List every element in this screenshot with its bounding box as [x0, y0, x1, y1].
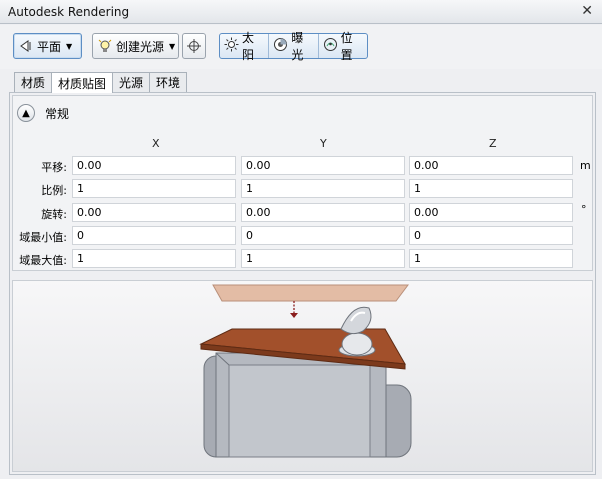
- preview-illustration: [199, 284, 412, 458]
- sun-exposure-location-group: 太阳 曝光 位置: [219, 31, 368, 62]
- translate-z-field[interactable]: [409, 156, 573, 175]
- exposure-icon: [273, 37, 288, 56]
- row-label-translate: 平移:: [41, 161, 67, 174]
- toolbar: 平面 ▼ 创建光源 ▼ 太阳 曝光 位置: [0, 25, 602, 69]
- material-mapping-panel: ▲ 常规 X Y Z 平移: m 比例: 旋转: ° 域最小值: 域最大值:: [9, 92, 596, 475]
- location-label: 位置: [340, 31, 353, 62]
- tab-material[interactable]: 材质: [14, 72, 53, 92]
- section-title: 常规: [45, 106, 70, 121]
- domain-min-z-field[interactable]: [409, 226, 573, 245]
- tab-material-mapping[interactable]: 材质贴图: [51, 72, 114, 93]
- domain-min-y-field[interactable]: [241, 226, 405, 245]
- create-light-label: 创建光源: [116, 39, 165, 54]
- column-header-z: Z: [489, 137, 497, 150]
- scale-z-field[interactable]: [409, 179, 573, 198]
- sphere-lower: [341, 332, 373, 356]
- section-header: ▲ 常规: [17, 104, 69, 122]
- row-label-rotate: 旋转:: [41, 208, 67, 221]
- mapping-preview-viewport[interactable]: [12, 280, 593, 472]
- rotate-z-field[interactable]: [409, 203, 573, 222]
- column-header-x: X: [152, 137, 160, 150]
- row-label-domain-max: 域最大值:: [19, 254, 67, 267]
- sun-icon: [224, 37, 239, 56]
- box-front-face: [228, 364, 371, 458]
- plane-label: 平面: [37, 39, 62, 54]
- general-section: ▲ 常规 X Y Z 平移: m 比例: 旋转: ° 域最小值: 域最大值:: [12, 95, 593, 271]
- tab-strip: 材质 材质贴图 光源 环境: [14, 72, 188, 93]
- tab-environment[interactable]: 环境: [149, 72, 188, 92]
- chevron-down-icon: ▼: [169, 41, 176, 51]
- plane-dropdown-button[interactable]: 平面 ▼: [13, 33, 82, 59]
- title-bar: Autodesk Rendering ✕: [0, 0, 602, 24]
- domain-min-x-field[interactable]: [72, 226, 236, 245]
- domain-max-z-field[interactable]: [409, 249, 573, 268]
- scale-x-field[interactable]: [72, 179, 236, 198]
- scale-y-field[interactable]: [241, 179, 405, 198]
- location-button[interactable]: 位置: [319, 31, 367, 62]
- tab-lights[interactable]: 光源: [112, 72, 151, 92]
- exposure-button[interactable]: 曝光: [269, 31, 319, 62]
- crosshair-icon: [186, 38, 202, 54]
- projection-arrow-head: [290, 313, 298, 318]
- row-label-domain-min: 域最小值:: [19, 231, 67, 244]
- exposure-label: 曝光: [291, 31, 304, 62]
- sun-label: 太阳: [242, 31, 255, 62]
- translate-x-field[interactable]: [72, 156, 236, 175]
- target-button[interactable]: [182, 33, 206, 59]
- location-icon: [323, 37, 338, 56]
- plane-light-icon: [18, 38, 34, 54]
- column-header-y: Y: [320, 137, 327, 150]
- window-title: Autodesk Rendering: [8, 5, 130, 19]
- domain-max-y-field[interactable]: [241, 249, 405, 268]
- collapse-chevron-up-icon[interactable]: ▲: [17, 104, 35, 122]
- translate-unit: m: [580, 159, 591, 172]
- sun-button[interactable]: 太阳: [220, 31, 270, 62]
- close-icon[interactable]: ✕: [581, 3, 593, 19]
- projection-plane: [212, 284, 409, 302]
- rotate-x-field[interactable]: [72, 203, 236, 222]
- rotate-y-field[interactable]: [241, 203, 405, 222]
- translate-y-field[interactable]: [241, 156, 405, 175]
- create-light-icon: [97, 38, 113, 54]
- rotate-unit: °: [581, 203, 587, 216]
- domain-max-x-field[interactable]: [72, 249, 236, 268]
- row-label-scale: 比例:: [41, 184, 67, 197]
- create-light-button[interactable]: 创建光源 ▼: [92, 33, 179, 59]
- chevron-down-icon: ▼: [66, 41, 73, 51]
